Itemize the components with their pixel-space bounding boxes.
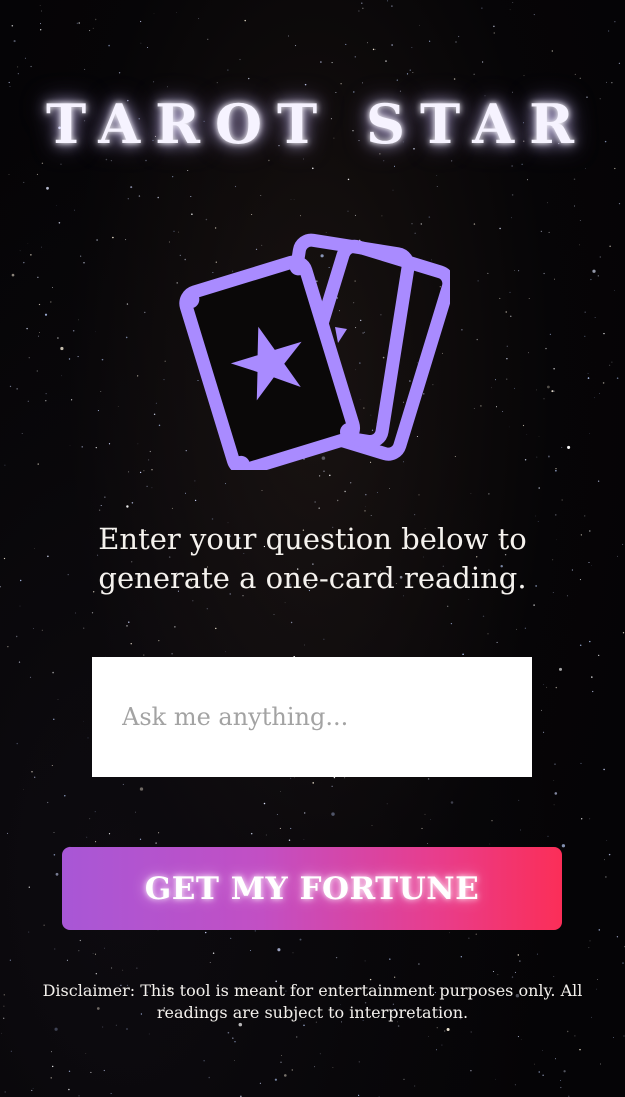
- tarot-star-screen: TAROT STAR Enter your question below to …: [0, 0, 625, 1097]
- question-input[interactable]: [92, 657, 532, 777]
- app-title: TAROT STAR: [45, 92, 590, 156]
- tarot-cards-icon: [179, 233, 450, 470]
- instruction-text: Enter your question below to generate a …: [98, 522, 527, 595]
- disclaimer-text: Disclaimer: This tool is meant for enter…: [42, 981, 583, 1022]
- get-my-fortune-button[interactable]: GET MY FORTUNE: [62, 847, 562, 930]
